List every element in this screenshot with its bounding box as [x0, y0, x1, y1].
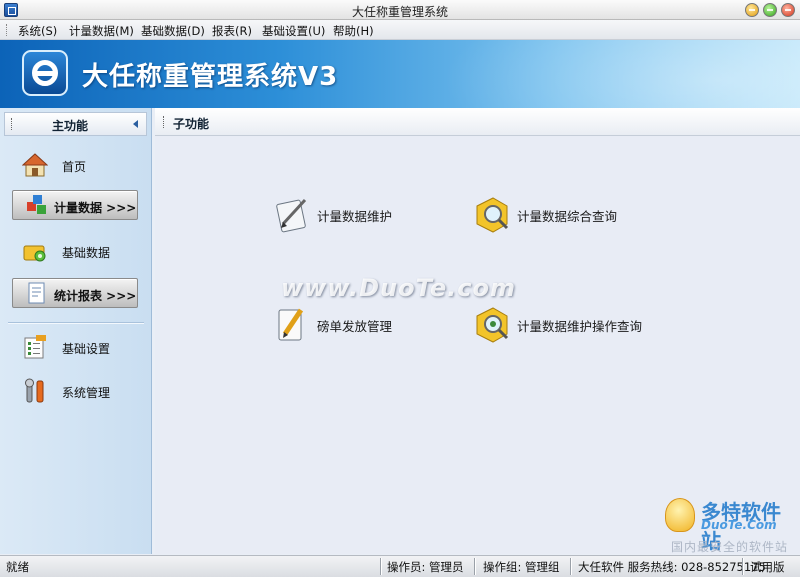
cubes-icon [27, 195, 46, 214]
status-operator: 操作员: 管理员 [387, 560, 464, 574]
search-gear-icon [476, 307, 509, 343]
func-weighbill-issue[interactable]: 磅单发放管理 [273, 304, 423, 344]
app-banner: 大任称重管理系统V3 [0, 40, 800, 108]
tools-icon [25, 378, 44, 403]
func-label-maintenance-log-query: 计量数据维护操作查询 [517, 319, 643, 334]
status-edition: 试用版 [750, 560, 785, 574]
nav-button-metering-data[interactable]: 计量数据 >>> [12, 190, 138, 220]
nav-label-system-management: 系统管理 [62, 386, 111, 400]
close-button[interactable] [781, 3, 795, 17]
sub-function-header: 子功能 [155, 108, 800, 136]
title-bar: 大任称重管理系统 [0, 0, 800, 20]
menu-metering-data[interactable]: 计量数据(M) [69, 23, 134, 39]
func-metering-data-query[interactable]: 计量数据综合查询 [473, 194, 643, 234]
folder-gear-icon [23, 245, 46, 262]
search-box-icon [476, 197, 509, 233]
menu-reports[interactable]: 报表(R) [212, 23, 252, 39]
nav-divider [8, 322, 144, 324]
settings-sheet-icon [24, 335, 46, 359]
corner-watermark-foot: 国内最安全的软件站 [671, 540, 789, 554]
status-group: 操作组: 管理组 [483, 560, 560, 574]
func-label-metering-data-maintenance: 计量数据维护 [317, 209, 393, 224]
collapse-arrow-icon[interactable] [133, 120, 138, 128]
main-function-panel: 主功能 首页 计量数据 >>> 基础数据 统计报表 >>> 基础设置 系统管理 [0, 108, 152, 554]
menu-basic-settings[interactable]: 基础设置(U) [262, 23, 325, 39]
maximize-button[interactable] [763, 3, 777, 17]
report-icon [28, 282, 45, 304]
corner-watermark: 多特软件站 DuoTe.Com 国内最安全的软件站 [663, 496, 800, 554]
nav-button-statistics-report[interactable]: 统计报表 >>> [12, 278, 138, 308]
nav-item-basic-settings[interactable]: 基础设置 [8, 330, 144, 364]
func-maintenance-log-query[interactable]: 计量数据维护操作查询 [473, 304, 673, 344]
main-function-title: 主功能 [51, 119, 88, 133]
main-function-header: 主功能 [4, 112, 147, 136]
sub-function-title: 子功能 [173, 117, 210, 131]
nav-item-system-management[interactable]: 系统管理 [8, 374, 144, 408]
banner-title: 大任称重管理系统V3 [82, 62, 339, 92]
sub-function-panel: 计量数据维护 计量数据综合查询 磅单发放管理 计量数据维护操作查询 www.Du… [155, 136, 800, 554]
mascot-icon [665, 498, 695, 532]
status-company: 大任软件 服务热线: 028-85275175 [578, 560, 766, 574]
nav-label-basic-settings: 基础设置 [62, 342, 111, 356]
home-icon [22, 153, 48, 177]
nav-item-basic-data[interactable]: 基础数据 [8, 234, 144, 268]
window-title: 大任称重管理系统 [351, 5, 448, 19]
status-bar: 就绪 操作员: 管理员 操作组: 管理组 大任软件 服务热线: 028-8527… [0, 555, 800, 577]
menu-system[interactable]: 系统(S) [18, 23, 57, 39]
menu-help[interactable]: 帮助(H) [333, 23, 374, 39]
func-label-metering-data-query: 计量数据综合查询 [517, 209, 618, 224]
func-metering-data-maintenance[interactable]: 计量数据维护 [273, 194, 423, 234]
nav-label-basic-data: 基础数据 [62, 246, 111, 260]
nav-label-statistics-report: 统计报表 >>> [54, 289, 137, 303]
corner-watermark-sub: DuoTe.Com [701, 518, 777, 532]
menu-basic-data[interactable]: 基础数据(D) [141, 23, 205, 39]
brand-logo-icon [22, 50, 68, 96]
menu-grip [6, 24, 8, 36]
minimize-button[interactable] [745, 3, 759, 17]
nav-label-home: 首页 [62, 160, 87, 174]
pencil-paper-icon [278, 308, 304, 341]
menu-bar: 系统(S) 计量数据(M) 基础数据(D) 报表(R) 基础设置(U) 帮助(H… [0, 20, 800, 40]
watermark-text: www.DuoTe.com [281, 274, 516, 302]
edit-icon [276, 198, 307, 233]
nav-label-metering-data: 计量数据 >>> [54, 201, 137, 215]
func-label-weighbill-issue: 磅单发放管理 [317, 319, 393, 334]
nav-item-home[interactable]: 首页 [8, 148, 144, 182]
status-state: 就绪 [6, 560, 29, 574]
